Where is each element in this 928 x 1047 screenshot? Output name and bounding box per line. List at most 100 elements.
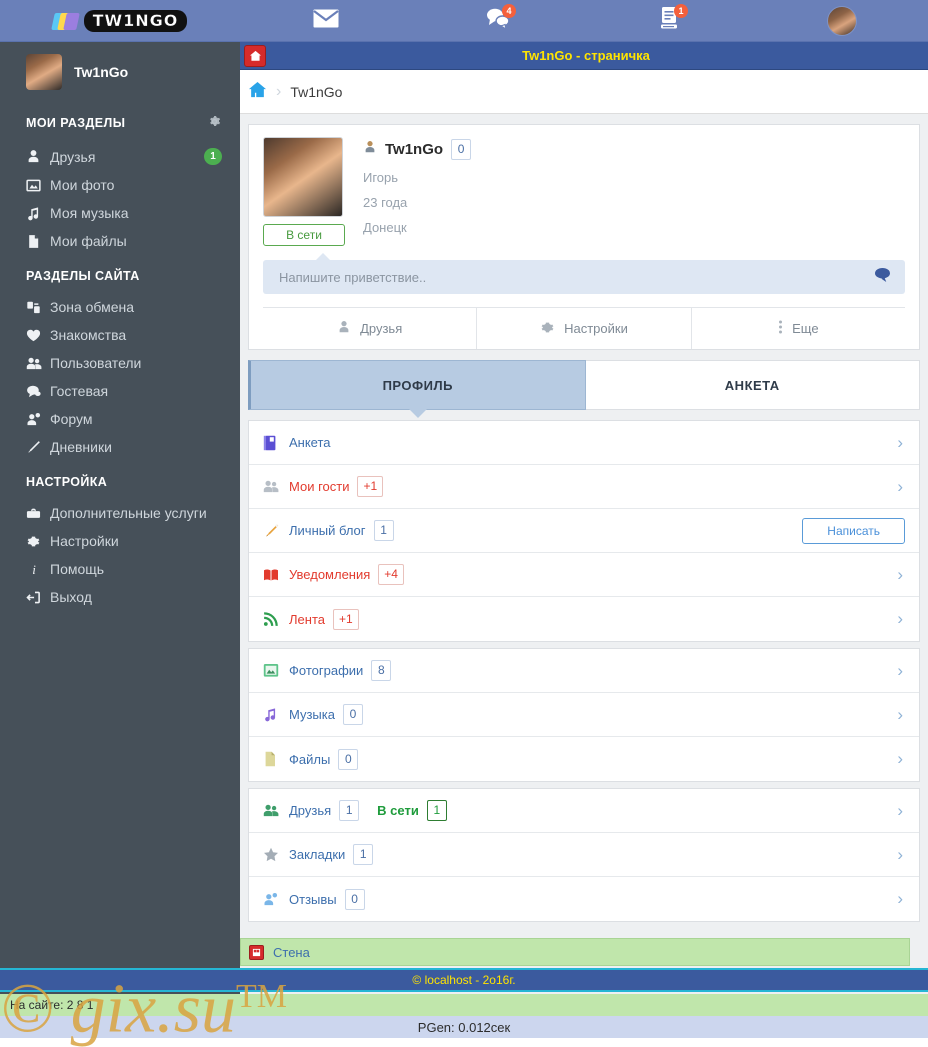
list-item-online-label: В сети <box>377 803 419 818</box>
tab-label: ПРОФИЛЬ <box>382 377 453 393</box>
home-icon[interactable] <box>244 44 266 67</box>
list-item-badge: +1 <box>357 476 384 497</box>
sidebar-item-settings[interactable]: Настройки <box>0 527 240 555</box>
profile-action-friends[interactable]: Друзья <box>263 308 476 349</box>
profile-action-label: Еще <box>792 321 819 336</box>
gear-icon[interactable] <box>207 114 222 132</box>
svg-text:i: i <box>32 562 36 577</box>
list-item-my-guests[interactable]: Мои гости +1 › <box>249 465 919 509</box>
briefcase-icon <box>26 506 50 521</box>
gear-icon <box>540 320 555 338</box>
sidebar-item-label: Мои фото <box>50 177 115 193</box>
top-navigation: 4 1 <box>240 0 928 42</box>
list-item-online-badge: 1 <box>426 800 447 821</box>
sidebar-item-my-music[interactable]: Моя музыка <box>0 199 240 227</box>
sidebar-profile[interactable]: Tw1nGo <box>0 42 240 100</box>
tab-questionnaire[interactable]: АНКЕТА <box>585 360 920 410</box>
sidebar-group-title-site-sections: РАЗДЕЛЫ САЙТА <box>0 255 240 293</box>
sidebar-item-logout[interactable]: Выход <box>0 583 240 611</box>
info-icon: i <box>26 562 50 577</box>
list-item-reviews[interactable]: Отзывы 0 › <box>249 877 919 921</box>
chevron-right-icon: › <box>897 432 903 452</box>
list-item-personal-blog[interactable]: Личный блог 1 Написать <box>249 509 919 553</box>
sidebar-item-forum[interactable]: Форум <box>0 405 240 433</box>
chevron-right-icon: › <box>897 749 903 768</box>
forum-icon <box>26 412 50 427</box>
envelope-icon <box>313 9 339 33</box>
list-item-feed[interactable]: Лента +1 › <box>249 597 919 641</box>
list-item-badge: 0 <box>342 704 363 725</box>
list-item-photos[interactable]: Фотографии 8 › <box>249 649 919 693</box>
sidebar-item-label: Моя музыка <box>50 205 129 221</box>
sidebar-item-my-photos[interactable]: Мои фото <box>0 171 240 199</box>
sidebar-item-diaries[interactable]: Дневники <box>0 433 240 461</box>
user-icon <box>337 320 351 337</box>
topnav-notes[interactable]: 1 <box>584 0 756 42</box>
notes-badge: 1 <box>674 3 688 18</box>
sidebar-item-exchange-zone[interactable]: Зона обмена <box>0 293 240 321</box>
topnav-messages[interactable]: 4 <box>412 0 584 42</box>
topnav-mail[interactable] <box>240 0 412 42</box>
list-item-badge: 8 <box>371 660 392 681</box>
profile-actions: Друзья Настройки Еще <box>263 307 905 349</box>
breadcrumb: › Tw1nGo <box>240 70 928 114</box>
music-icon <box>26 206 50 221</box>
avatar <box>26 54 62 90</box>
sidebar-item-label: Форум <box>50 411 93 427</box>
breadcrumb-current[interactable]: Tw1nGo <box>290 84 342 100</box>
sidebar-group-label: РАЗДЕЛЫ САЙТА <box>26 269 140 283</box>
profile-action-more[interactable]: Еще <box>690 308 905 349</box>
pgen-strip: PGen: 0.012сек <box>0 1016 928 1038</box>
sidebar-item-friends[interactable]: Друзья 1 <box>0 142 240 171</box>
guests-icon <box>263 479 289 494</box>
list-item-bookmarks[interactable]: Закладки 1 › <box>249 833 919 877</box>
home-icon[interactable] <box>248 81 267 102</box>
profile-card: В сети Tw1nGo 0 Игорь 23 года Донецк Нап… <box>248 124 920 350</box>
list-item-notifications[interactable]: Уведомления +4 › <box>249 553 919 597</box>
sidebar-item-label: Дневники <box>50 439 112 455</box>
list-item-files[interactable]: Файлы 0 › <box>249 737 919 781</box>
profile-action-label: Друзья <box>360 321 403 336</box>
list-item-label: Друзья <box>289 803 332 818</box>
exchange-icon <box>26 300 50 315</box>
friends-icon <box>263 803 289 818</box>
top-bar: TW1NGO 4 1 <box>0 0 928 42</box>
sidebar-item-users[interactable]: Пользователи <box>0 349 240 377</box>
wall-icon <box>249 944 264 960</box>
sidebar-item-help[interactable]: i Помощь <box>0 555 240 583</box>
wall-strip[interactable]: Стена <box>240 938 910 966</box>
chevron-right-icon: › <box>897 844 903 864</box>
sidebar-item-extra-services[interactable]: Дополнительные услуги <box>0 499 240 527</box>
content-area: Tw1nGo - страничка › Tw1nGo В сети Tw1nG… <box>240 42 928 1038</box>
profile-action-settings[interactable]: Настройки <box>476 308 690 349</box>
sidebar-item-dating[interactable]: Знакомства <box>0 321 240 349</box>
list-item-music[interactable]: Музыка 0 › <box>249 693 919 737</box>
sidebar-item-my-files[interactable]: Мои файлы <box>0 227 240 255</box>
write-blog-button[interactable]: Написать <box>802 517 905 544</box>
book-icon <box>263 568 289 582</box>
sidebar-item-label: Друзья <box>50 148 96 165</box>
sidebar-item-guestbook[interactable]: Гостевая <box>0 377 240 405</box>
online-status-badge: В сети <box>263 224 345 246</box>
online-counter-strip: На сайте: 2 8 1 <box>0 994 928 1016</box>
topnav-account[interactable] <box>756 0 928 42</box>
list-item-friends[interactable]: Друзья 1 В сети 1 › <box>249 789 919 833</box>
pen-icon <box>26 440 50 455</box>
list-item-anketa[interactable]: Анкета › <box>249 421 919 465</box>
greeting-pointer <box>315 253 331 261</box>
dots-icon <box>778 319 783 338</box>
send-message-icon[interactable] <box>874 267 891 287</box>
file-icon <box>26 234 50 249</box>
chevron-right-icon: › <box>897 704 903 724</box>
profile-avatar[interactable] <box>263 137 343 217</box>
greeting-area <box>263 253 905 294</box>
greeting-input[interactable] <box>277 268 874 286</box>
profile-city: Донецк <box>363 220 407 235</box>
logo[interactable]: TW1NGO <box>0 0 240 42</box>
page-title-bar: Tw1nGo - страничка <box>240 42 928 70</box>
list-item-badge: 1 <box>339 800 360 821</box>
sidebar-item-label: Выход <box>50 589 92 605</box>
logo-cards-icon <box>50 12 80 30</box>
tab-profile[interactable]: ПРОФИЛЬ <box>248 360 586 418</box>
sidebar: Tw1nGo МОИ РАЗДЕЛЫ Друзья 1 Мои фото Моя… <box>0 42 240 998</box>
